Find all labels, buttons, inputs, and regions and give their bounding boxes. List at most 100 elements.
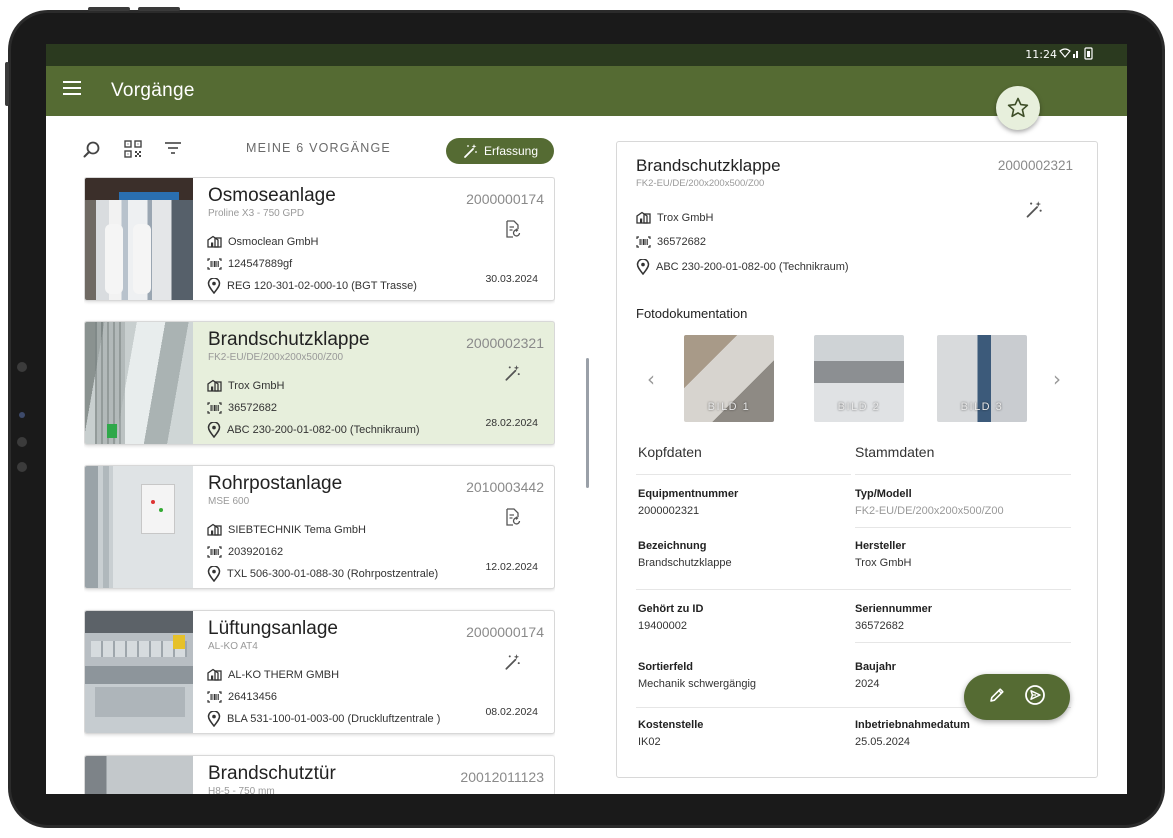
favorite-button[interactable]	[996, 86, 1040, 130]
card-number: 2000002321	[466, 335, 544, 351]
erfassung-button[interactable]: Erfassung	[446, 138, 554, 164]
list-item-brandschutzklappe[interactable]: Brandschutzklappe FK2-EU/DE/200x200x500/…	[84, 321, 555, 445]
list-item-brandschutztuer[interactable]: Brandschutztür H8-5 - 750 mm 20012011123	[84, 755, 555, 794]
row-divider	[636, 589, 1071, 590]
barcode-icon	[207, 691, 222, 703]
card-name: Brandschutztür	[208, 763, 336, 784]
card-company: AL-KO THERM GMBH	[207, 668, 339, 681]
field-seriennummer: Seriennummer 36572682	[855, 603, 933, 632]
field-hersteller: Hersteller Trox GmbH	[855, 540, 912, 569]
location-pin-icon	[207, 566, 221, 582]
barcode-icon	[207, 546, 222, 558]
row-divider	[855, 642, 1071, 643]
card-name: Lüftungsanlage	[208, 618, 338, 639]
list-item-osmoseanlage[interactable]: Osmoseanlage Proline X3 - 750 GPD 200000…	[84, 177, 555, 301]
field-inbetriebnahmedatum: Inbetriebnahmedatum 25.05.2024	[855, 719, 970, 748]
filter-icon[interactable]	[164, 140, 182, 161]
detail-location: ABC 230-200-01-082-00 (Technikraum)	[636, 259, 849, 275]
field-sortierfeld: Sortierfeld Mechanik schwergängig	[638, 661, 757, 690]
card-photo	[85, 178, 193, 300]
card-company: SIEBTECHNIK Tema GmbH	[207, 523, 366, 536]
building-icon	[636, 211, 651, 224]
status-bar: 11:24	[46, 44, 1127, 66]
field-typ-modell: Typ/Modell FK2-EU/DE/200x200x500/Z00	[855, 488, 1004, 517]
barcode-icon	[636, 236, 651, 248]
menu-icon[interactable]	[63, 81, 81, 95]
top-button	[138, 7, 180, 11]
list-item-lueftungsanlage[interactable]: Lüftungsanlage AL-KO AT4 2000000174 AL-K…	[84, 610, 555, 734]
card-date: 08.02.2024	[485, 706, 538, 718]
magic-wand-icon[interactable]	[503, 653, 521, 676]
card-serial: 26413456	[207, 691, 277, 703]
card-photo	[85, 322, 193, 444]
photo-3[interactable]: BILD 3	[937, 335, 1027, 422]
send-icon[interactable]	[1024, 684, 1046, 711]
vorgaenge-list[interactable]: Osmoseanlage Proline X3 - 750 GPD 200000…	[84, 177, 555, 794]
card-serial: 36572682	[207, 402, 277, 414]
card-model: FK2-EU/DE/200x200x500/Z00	[208, 352, 344, 363]
card-date: 28.02.2024	[485, 417, 538, 429]
tab-divider	[636, 474, 851, 475]
tab-stammdaten[interactable]: Stammdaten	[855, 444, 934, 460]
tab-divider	[855, 474, 1071, 475]
document-refresh-icon[interactable]	[505, 220, 521, 243]
card-photo	[85, 466, 193, 588]
list-title: MEINE 6 VORGÄNGE	[246, 141, 391, 155]
photo-label: BILD 1	[707, 401, 751, 413]
card-number: 2000000174	[466, 624, 544, 640]
card-number: 2000000174	[466, 191, 544, 207]
list-scrollbar[interactable]	[586, 358, 589, 488]
photo-label: BILD 3	[960, 401, 1004, 413]
barcode-icon	[207, 402, 222, 414]
field-equipmentnummer: Equipmentnummer 2000002321	[638, 488, 739, 517]
card-number: 2010003442	[466, 479, 544, 495]
card-location: REG 120-301-02-000-10 (BGT Trasse)	[207, 278, 417, 294]
photo-1[interactable]: BILD 1	[684, 335, 774, 422]
photo-label: BILD 2	[837, 401, 881, 413]
qr-code-icon[interactable]	[124, 140, 142, 163]
magic-wand-icon[interactable]	[1024, 200, 1043, 224]
card-model: MSE 600	[208, 496, 250, 507]
sensor-dot	[17, 437, 27, 447]
photo-2[interactable]: BILD 2	[814, 335, 904, 422]
card-serial: 124547889gf	[207, 258, 292, 270]
search-icon[interactable]	[82, 140, 102, 165]
row-divider	[855, 527, 1071, 528]
card-model: AL-KO AT4	[208, 641, 258, 652]
detail-serial: 36572682	[636, 236, 706, 248]
chevron-left-icon[interactable]: ‹	[647, 367, 655, 391]
erfassung-label: Erfassung	[483, 144, 539, 158]
location-pin-icon	[207, 422, 221, 438]
card-model: H8-5 - 750 mm	[208, 786, 275, 794]
card-location: BLA 531-100-01-003-00 (Druckluftzentrale…	[207, 711, 440, 727]
card-photo	[85, 756, 193, 794]
card-company: Osmoclean GmbH	[207, 235, 318, 248]
tab-kopfdaten[interactable]: Kopfdaten	[638, 444, 702, 460]
location-pin-icon	[207, 278, 221, 294]
card-model: Proline X3 - 750 GPD	[208, 208, 305, 219]
building-icon	[207, 379, 222, 392]
list-item-rohrpostanlage[interactable]: Rohrpostanlage MSE 600 2010003442 SIEBTE…	[84, 465, 555, 589]
card-date: 12.02.2024	[485, 561, 538, 573]
list-toolbar: MEINE 6 VORGÄNGE Erfassung	[82, 136, 557, 166]
action-fab[interactable]	[964, 674, 1070, 720]
pencil-icon[interactable]	[988, 686, 1006, 709]
card-name: Brandschutzklappe	[208, 329, 370, 350]
chevron-right-icon[interactable]: ›	[1053, 367, 1061, 391]
card-date: 30.03.2024	[485, 273, 538, 285]
magic-wand-icon[interactable]	[503, 364, 521, 387]
sensor-dot	[17, 462, 27, 472]
wifi-signal-battery-icon	[1059, 47, 1097, 63]
field-gehoert-zu-id: Gehört zu ID 19400002	[638, 603, 704, 632]
card-location: ABC 230-200-01-082-00 (Technikraum)	[207, 422, 420, 438]
star-icon	[1007, 97, 1029, 118]
camera-dot	[19, 412, 25, 418]
location-pin-icon	[636, 259, 650, 275]
building-icon	[207, 668, 222, 681]
document-refresh-icon[interactable]	[505, 508, 521, 531]
app-bar: Vorgänge	[46, 66, 1127, 116]
field-kostenstelle: Kostenstelle IK02	[638, 719, 704, 748]
card-serial: 203920162	[207, 546, 283, 558]
building-icon	[207, 235, 222, 248]
location-pin-icon	[207, 711, 221, 727]
